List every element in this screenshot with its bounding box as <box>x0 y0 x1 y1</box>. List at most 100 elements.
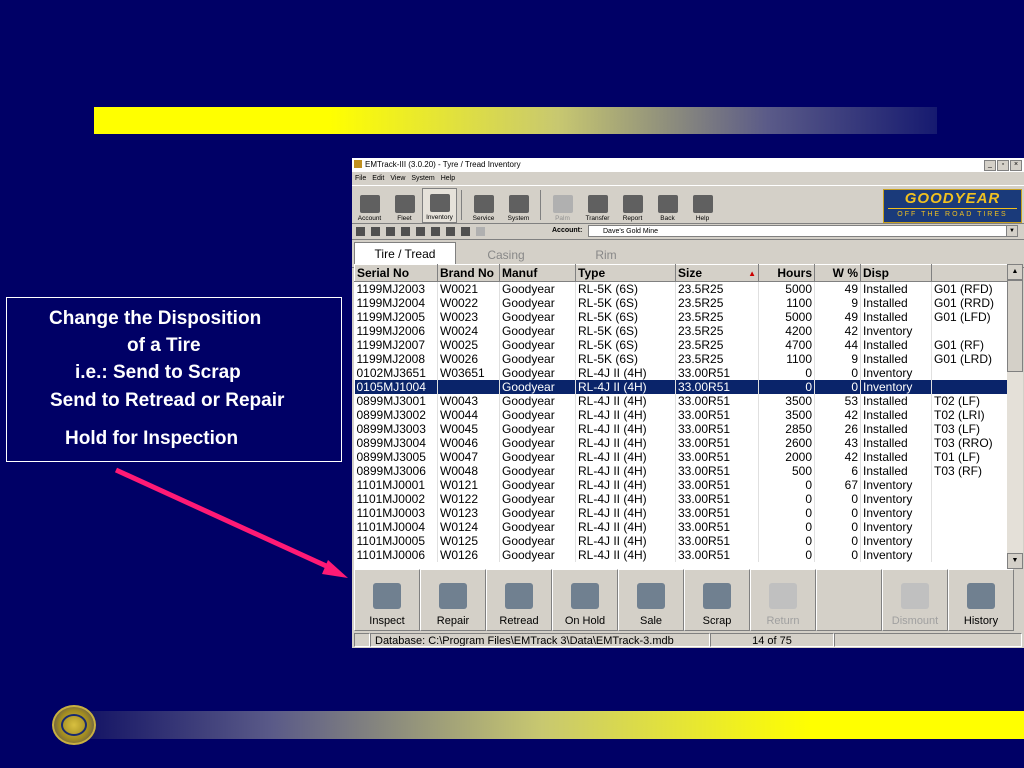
toolbar-back-button[interactable]: Back <box>650 188 685 223</box>
table-row[interactable]: 0899MJ3002 W0044 Goodyear RL-4J II (4H) 33.0… <box>354 408 1022 422</box>
table-cell: 0 <box>758 380 815 394</box>
table-cell: W03651 <box>437 366 500 380</box>
scroll-down-icon[interactable]: ▼ <box>1007 553 1023 569</box>
toolbar-system-button[interactable]: System <box>501 188 536 223</box>
menu-file[interactable]: File <box>355 172 366 185</box>
table-cell: W0043 <box>437 394 500 408</box>
table-cell: RL-5K (6S) <box>575 338 676 352</box>
service-icon <box>473 195 494 213</box>
menu-edit[interactable]: Edit <box>372 172 384 185</box>
column-header-brand-no[interactable]: Brand No <box>437 264 500 282</box>
table-row[interactable]: 1101MJ0002 W0122 Goodyear RL-4J II (4H) 33.0… <box>354 492 1022 506</box>
toolbar-help-button[interactable]: Help <box>685 188 720 223</box>
table-cell: W0045 <box>437 422 500 436</box>
inspect-button[interactable]: Inspect <box>354 569 420 631</box>
table-row[interactable]: 0899MJ3004 W0046 Goodyear RL-4J II (4H) 33.0… <box>354 436 1022 450</box>
callout-line-2: of a Tire <box>127 335 201 356</box>
column-header-type[interactable]: Type <box>575 264 676 282</box>
print-icon[interactable] <box>431 227 440 236</box>
table-row[interactable]: 1101MJ0001 W0121 Goodyear RL-4J II (4H) 33.0… <box>354 478 1022 492</box>
copy-icon[interactable] <box>476 227 485 236</box>
table-cell: Goodyear <box>499 464 576 478</box>
table-cell: 26 <box>814 422 861 436</box>
list-view-icon[interactable] <box>446 227 455 236</box>
column-header-hours[interactable]: Hours <box>758 264 815 282</box>
table-row[interactable]: 1101MJ0006 W0126 Goodyear RL-4J II (4H) 33.0… <box>354 548 1022 562</box>
restore-button[interactable]: ▫ <box>997 160 1009 171</box>
table-cell: W0022 <box>437 296 500 310</box>
scroll-thumb[interactable] <box>1007 280 1023 372</box>
table-cell: W0122 <box>437 492 500 506</box>
column-header-serial-no[interactable]: Serial No <box>354 264 438 282</box>
toolbar-inventory-button[interactable]: Inventory <box>422 188 457 223</box>
table-row[interactable]: 1199MJ2005 W0023 Goodyear RL-5K (6S) 23.5R25… <box>354 310 1022 324</box>
table-cell: 0 <box>814 520 861 534</box>
open-icon[interactable] <box>356 227 365 236</box>
table-row[interactable]: 1101MJ0003 W0123 Goodyear RL-4J II (4H) 33.0… <box>354 506 1022 520</box>
table-cell: Goodyear <box>499 422 576 436</box>
table-row[interactable]: 1199MJ2004 W0022 Goodyear RL-5K (6S) 23.5R25… <box>354 296 1022 310</box>
table-cell: 0899MJ3004 <box>354 436 438 450</box>
filter-icon[interactable] <box>416 227 425 236</box>
table-cell: Goodyear <box>499 450 576 464</box>
close-button[interactable]: × <box>1010 160 1022 171</box>
table-cell: RL-5K (6S) <box>575 281 676 296</box>
history-button[interactable]: History <box>948 569 1014 631</box>
column-header-size[interactable]: Size ▲ <box>675 264 759 282</box>
table-cell: Inventory <box>860 324 932 338</box>
dismount-icon <box>901 583 929 609</box>
table-row[interactable]: 1199MJ2006 W0024 Goodyear RL-5K (6S) 23.5R25… <box>354 324 1022 338</box>
table-row[interactable]: 0899MJ3005 W0047 Goodyear RL-4J II (4H) 33.0… <box>354 450 1022 464</box>
on-hold-button[interactable]: On Hold <box>552 569 618 631</box>
table-row[interactable]: 0899MJ3006 W0048 Goodyear RL-4J II (4H) 33.0… <box>354 464 1022 478</box>
toolbar-transfer-button[interactable]: Transfer <box>580 188 615 223</box>
grid-view-icon[interactable] <box>461 227 470 236</box>
table-cell: Goodyear <box>499 338 576 352</box>
minimize-button[interactable]: _ <box>984 160 996 171</box>
column-header-disp[interactable]: Disp <box>860 264 932 282</box>
table-row[interactable]: 1199MJ2007 W0025 Goodyear RL-5K (6S) 23.5R25… <box>354 338 1022 352</box>
table-cell: 0 <box>814 548 861 562</box>
table-row[interactable]: 1101MJ0004 W0124 Goodyear RL-4J II (4H) 33.0… <box>354 520 1022 534</box>
retread-button[interactable]: Retread <box>486 569 552 631</box>
vertical-scrollbar[interactable]: ▲ ▼ <box>1007 264 1023 569</box>
new-icon[interactable] <box>371 227 380 236</box>
scroll-up-icon[interactable]: ▲ <box>1007 264 1023 280</box>
table-row[interactable]: 1199MJ2003 W0021 Goodyear RL-5K (6S) 23.5R25… <box>354 281 1022 296</box>
toolbar-account-button[interactable]: Account <box>352 188 387 223</box>
table-cell: 1101MJ0006 <box>354 548 438 562</box>
toolbar-fleet-button[interactable]: Fleet <box>387 188 422 223</box>
table-row[interactable]: 0899MJ3001 W0043 Goodyear RL-4J II (4H) 33.0… <box>354 394 1022 408</box>
table-row[interactable]: 0899MJ3003 W0045 Goodyear RL-4J II (4H) 33.0… <box>354 422 1022 436</box>
account-select[interactable]: Dave's Gold Mine ▼ <box>588 225 1018 237</box>
callout-line-1: Change the Disposition <box>49 308 262 329</box>
toolbar-service-button[interactable]: Service <box>466 188 501 223</box>
delete-icon[interactable] <box>386 227 395 236</box>
chevron-down-icon[interactable]: ▼ <box>1006 226 1017 236</box>
column-header-w[interactable]: W % <box>814 264 861 282</box>
table-cell: Installed <box>860 436 932 450</box>
find-icon[interactable] <box>401 227 410 236</box>
table-cell: 5000 <box>758 281 815 296</box>
secondary-toolbar: Account: Dave's Gold Mine ▼ <box>352 224 1024 240</box>
table-row[interactable]: 1101MJ0005 W0125 Goodyear RL-4J II (4H) 33.0… <box>354 534 1022 548</box>
scrap-button[interactable]: Scrap <box>684 569 750 631</box>
status-database: Database: C:\Program Files\EMTrack 3\Dat… <box>370 633 710 647</box>
table-cell: Inventory <box>860 534 932 548</box>
toolbar-report-button[interactable]: Report <box>615 188 650 223</box>
table-cell: Installed <box>860 296 932 310</box>
menu-help[interactable]: Help <box>441 172 455 185</box>
column-header-manuf[interactable]: Manuf <box>499 264 576 282</box>
table-cell: 0102MJ3651 <box>354 366 438 380</box>
table-row[interactable]: 0105MJ1004 Goodyear RL-4J II (4H) 33.00R51 0… <box>354 380 1022 394</box>
sale-button[interactable]: Sale <box>618 569 684 631</box>
table-cell: 0 <box>814 492 861 506</box>
action-bar: Inspect Repair Retread On Hold Sale Scrap Retu… <box>354 569 1022 633</box>
table-cell: 0 <box>758 478 815 492</box>
table-cell: 9 <box>814 352 861 366</box>
menu-system[interactable]: System <box>411 172 434 185</box>
repair-button[interactable]: Repair <box>420 569 486 631</box>
table-row[interactable]: 1199MJ2008 W0026 Goodyear RL-5K (6S) 23.5R25… <box>354 352 1022 366</box>
table-row[interactable]: 0102MJ3651 W03651 Goodyear RL-4J II (4H) 33.… <box>354 366 1022 380</box>
menu-view[interactable]: View <box>390 172 405 185</box>
